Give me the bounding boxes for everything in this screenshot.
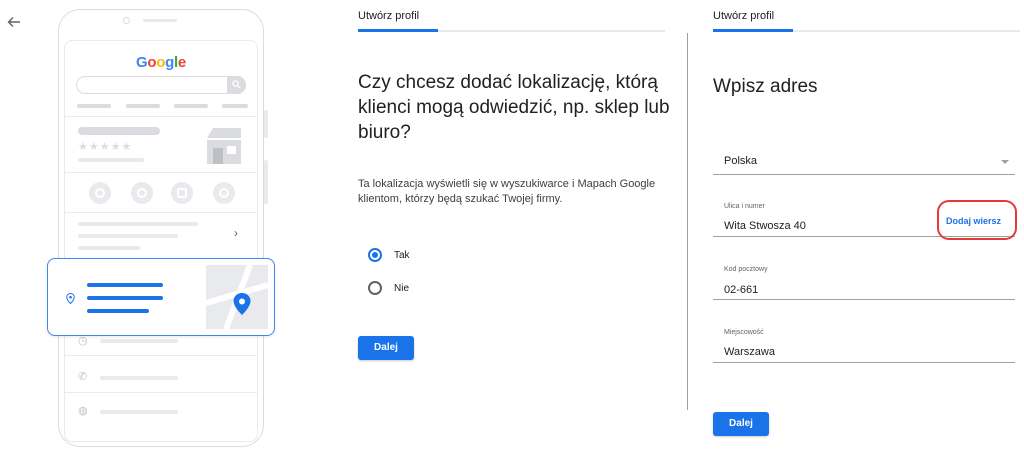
country-value[interactable]: Polska	[724, 155, 757, 167]
back-arrow-icon[interactable]	[6, 14, 22, 30]
question-description: Ta lokalizacja wyświetli się w wyszukiwa…	[358, 178, 656, 205]
field-underline	[713, 299, 1015, 300]
next-button[interactable]: Dalej	[713, 412, 769, 436]
google-logo: Google	[136, 54, 186, 71]
next-button[interactable]: Dalej	[358, 336, 414, 360]
street-label: Ulica i numer	[724, 203, 765, 210]
phone-screen	[64, 40, 258, 442]
globe-icon: ◍	[78, 405, 88, 417]
placeholder-line	[100, 376, 178, 380]
phone-call-icon	[89, 182, 111, 204]
city-input[interactable]: Warszawa	[724, 346, 775, 358]
panel-divider	[687, 33, 688, 410]
panel-title: Utwórz profil	[713, 10, 775, 22]
radio-nie[interactable]	[368, 281, 382, 295]
radio-nie-label[interactable]: Nie	[394, 283, 409, 294]
address-line	[87, 296, 163, 300]
placeholder-line	[100, 410, 178, 414]
divider	[64, 116, 258, 117]
city-label: Miejscowość	[724, 329, 764, 336]
save-icon	[171, 182, 193, 204]
placeholder-line	[100, 339, 178, 343]
divider	[64, 392, 258, 393]
divider	[64, 212, 258, 213]
radio-tak-label[interactable]: Tak	[394, 250, 410, 261]
search-icon	[227, 76, 246, 94]
divider	[64, 355, 258, 356]
shop-icon	[203, 128, 241, 164]
placeholder-line	[126, 104, 160, 108]
phone-side-button	[264, 160, 268, 204]
divider	[64, 172, 258, 173]
placeholder-line	[174, 104, 208, 108]
illustration-search-bar	[76, 76, 246, 94]
placeholder-line	[222, 104, 248, 108]
progress-indicator	[713, 29, 793, 32]
directions-icon	[131, 182, 153, 204]
question-heading: Czy chcesz dodać lokalizację, którą klie…	[358, 72, 670, 143]
address-line	[87, 309, 149, 313]
progress-indicator	[358, 29, 438, 32]
placeholder-line	[78, 246, 140, 250]
postal-label: Kod pocztowy	[724, 266, 768, 273]
website-icon	[213, 182, 235, 204]
address-line	[87, 283, 163, 287]
placeholder-line	[78, 234, 178, 238]
panel-title: Utwórz profil	[358, 10, 420, 22]
postal-input[interactable]: 02-661	[724, 284, 758, 296]
map-thumbnail	[206, 265, 268, 329]
placeholder-title	[78, 127, 160, 135]
field-underline	[713, 362, 1015, 363]
rating-stars: ★★★★★	[78, 141, 133, 153]
street-input[interactable]: Wita Stwosza 40	[724, 220, 806, 232]
placeholder-line	[78, 158, 144, 162]
placeholder-line	[78, 222, 198, 226]
annotation-circle	[937, 200, 1017, 240]
phone-icon: ✆	[78, 371, 88, 383]
radio-tak[interactable]	[368, 248, 382, 262]
phone-speaker	[143, 19, 177, 22]
phone-side-button	[264, 110, 268, 138]
chevron-right-icon: ›	[234, 226, 238, 240]
field-underline	[713, 174, 1015, 175]
phone-camera	[123, 17, 130, 24]
placeholder-line	[77, 104, 111, 108]
location-pin-icon	[66, 291, 75, 305]
chevron-down-icon[interactable]	[1001, 160, 1009, 164]
address-heading: Wpisz adres	[713, 76, 818, 97]
